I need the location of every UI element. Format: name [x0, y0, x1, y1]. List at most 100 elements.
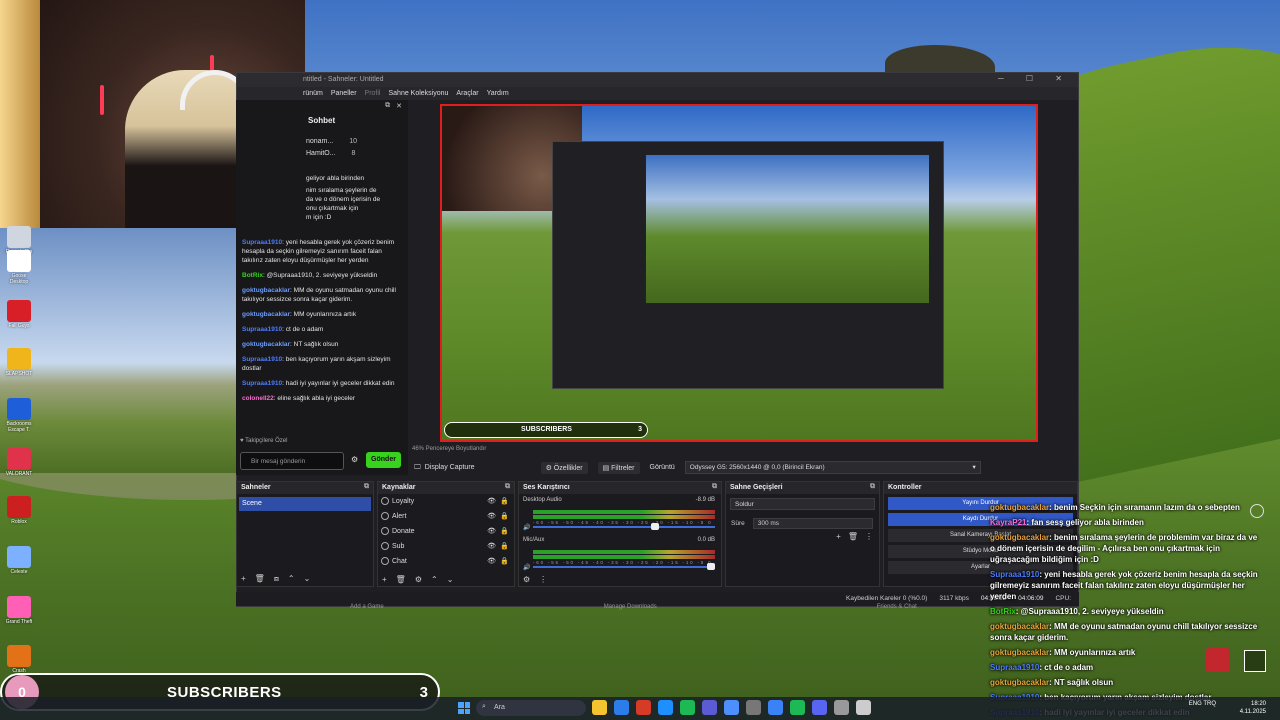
taskbar-app-icon[interactable]	[614, 700, 629, 715]
source-item[interactable]: Chat 👁 🔒	[378, 554, 514, 569]
move-up-icon[interactable]: ⌃	[288, 574, 295, 584]
desktop-icon[interactable]: Roblox	[4, 496, 34, 525]
eye-icon[interactable]: 👁	[487, 512, 496, 520]
chat-username[interactable]: Supraaa1910	[242, 239, 282, 246]
dock-menu-icon[interactable]: ⧉	[364, 483, 369, 491]
desktop-icon[interactable]: Goose Desktop	[4, 250, 34, 285]
menu-docks[interactable]: Paneller	[331, 90, 357, 100]
taskbar-app-icon[interactable]	[636, 700, 651, 715]
dock-menu-icon[interactable]: ⧉	[870, 483, 875, 491]
add-icon[interactable]: +	[241, 574, 246, 584]
scene-item[interactable]: Scene	[239, 497, 371, 511]
chat-username[interactable]: Supraaa1910	[242, 326, 282, 333]
gear-icon[interactable]: ⚙	[523, 575, 530, 584]
taskbar-app-icon[interactable]	[834, 700, 849, 715]
lock-icon[interactable]: 🔒	[500, 512, 509, 520]
more-icon[interactable]: ⋮	[539, 575, 547, 584]
trash-icon[interactable]: 🗑	[848, 532, 858, 541]
desktop-icon[interactable]: VALORANT	[4, 448, 34, 477]
menu-profile[interactable]: Profil	[365, 90, 381, 100]
trash-icon[interactable]: 🗑	[255, 574, 265, 584]
taskbar-app-icon[interactable]	[680, 700, 695, 715]
lock-icon[interactable]: 🔒	[500, 527, 509, 535]
source-item[interactable]: Sub 👁 🔒	[378, 539, 514, 554]
chat-username[interactable]: goktugbacaklar	[242, 287, 290, 294]
add-game-link[interactable]: Add a Game	[350, 604, 384, 614]
speaker-icon[interactable]: 🔊	[523, 524, 530, 531]
chat-username[interactable]: goktugbacaklar	[242, 341, 290, 348]
source-item[interactable]: Alert 👁 🔒	[378, 509, 514, 524]
move-down-icon[interactable]: ⌄	[304, 574, 311, 584]
taskbar-app-icon[interactable]	[658, 700, 673, 715]
chat-username[interactable]: BotRix	[242, 272, 263, 279]
chat-username[interactable]: Supraaa1910	[242, 356, 282, 363]
transition-type-select[interactable]: Soldur	[730, 498, 875, 510]
lock-icon[interactable]: 🔒	[500, 497, 509, 505]
mixer-channel-mic: Mic/Aux 0.0 dB -60 -55 -50 -45 -40 -35 -…	[519, 534, 721, 574]
move-up-icon[interactable]: ⌃	[431, 575, 438, 584]
volume-slider[interactable]	[533, 523, 715, 530]
properties-button[interactable]: ⚙ Özellikler	[540, 461, 588, 474]
speaker-icon[interactable]: 🔊	[523, 564, 530, 571]
friends-chat-link[interactable]: Friends & Chat	[877, 604, 917, 614]
volume-slider-knob[interactable]	[707, 563, 715, 570]
volume-slider[interactable]	[533, 563, 715, 570]
filters-button[interactable]: ▤ Filtreler	[597, 461, 640, 474]
duration-input[interactable]: 300 ms	[752, 518, 873, 529]
gear-icon[interactable]: ⚙	[415, 575, 422, 584]
menu-view[interactable]: rünüm	[303, 90, 323, 100]
taskbar-app-icon[interactable]	[746, 700, 761, 715]
taskbar-app-icon[interactable]	[856, 700, 871, 715]
send-button[interactable]: Gönder	[366, 452, 401, 468]
trash-icon[interactable]: 🗑	[396, 575, 406, 584]
preview-zoom-label[interactable]: 46% Pencereye Boyutlandır	[412, 446, 486, 452]
taskbar-app-icon[interactable]	[702, 700, 717, 715]
chat-username[interactable]: colonell22	[242, 395, 274, 402]
taskbar-app-icon[interactable]	[812, 700, 827, 715]
lock-icon[interactable]: 🔒	[500, 557, 509, 565]
chat-input[interactable]: Bir mesaj gönderin	[240, 452, 344, 470]
taskbar-search[interactable]: ⌕ Ara	[476, 700, 586, 716]
more-icon[interactable]: ⋮	[865, 532, 873, 541]
dock-menu-icon[interactable]: ⧉	[712, 483, 717, 491]
filter-icon[interactable]: ⧈	[274, 574, 279, 584]
desktop-icon[interactable]: Celeste	[4, 546, 34, 575]
source-item[interactable]: Loyalty 👁 🔒	[378, 494, 514, 509]
desktop-icon[interactable]: Grand Theft	[4, 596, 34, 625]
chat-username[interactable]: goktugbacaklar	[242, 311, 290, 318]
windows-start-icon[interactable]	[458, 702, 470, 714]
eye-icon[interactable]: 👁	[487, 542, 496, 550]
volume-slider-knob[interactable]	[651, 523, 659, 530]
chat-username[interactable]: Supraaa1910	[242, 380, 282, 387]
menu-scene-collection[interactable]: Sahne Koleksiyonu	[388, 90, 448, 100]
desktop-icon[interactable]: Crash	[4, 645, 34, 674]
manage-downloads-link[interactable]: Manage Downloads	[604, 604, 657, 614]
gear-icon[interactable]: ⚙	[351, 455, 358, 464]
eye-icon[interactable]: 👁	[487, 527, 496, 535]
obs-preview[interactable]: SUBSCRIBERS 3	[440, 104, 1038, 442]
eye-icon[interactable]: 👁	[487, 497, 496, 505]
add-icon[interactable]: +	[382, 575, 387, 584]
display-select[interactable]: Odyssey G5: 2560x1440 @ 0,0 (Birincil Ek…	[684, 461, 981, 474]
taskbar-app-icon[interactable]	[592, 700, 607, 715]
menu-tools[interactable]: Araçlar	[456, 90, 478, 100]
desktop-icon[interactable]: Backrooms Escape T.	[4, 398, 34, 433]
taskbar-app-icon[interactable]	[790, 700, 805, 715]
lock-icon[interactable]: 🔒	[500, 542, 509, 550]
desktop-icon[interactable]: Fall Guys	[4, 300, 34, 329]
close-icon[interactable]: ✕	[396, 102, 402, 112]
display-label: Görüntü	[649, 464, 675, 471]
add-icon[interactable]: +	[836, 532, 841, 541]
move-down-icon[interactable]: ⌄	[447, 575, 454, 584]
window-controls[interactable]: ─ ☐ ✕	[998, 74, 1072, 83]
menu-help[interactable]: Yardım	[487, 90, 509, 100]
language-indicator[interactable]: ENG TRQ	[1189, 700, 1216, 708]
taskbar-app-icon[interactable]	[724, 700, 739, 715]
taskbar-app-icon[interactable]	[768, 700, 783, 715]
desktop-icon[interactable]: SLAPSHOT	[4, 348, 34, 377]
float-dock-icon[interactable]: ⧉	[385, 102, 390, 112]
eye-icon[interactable]: 👁	[487, 557, 496, 565]
source-item[interactable]: Donate 👁 🔒	[378, 524, 514, 539]
dock-menu-icon[interactable]: ⧉	[505, 483, 510, 491]
clock[interactable]: 18:20 4.11.2025	[1240, 700, 1266, 716]
